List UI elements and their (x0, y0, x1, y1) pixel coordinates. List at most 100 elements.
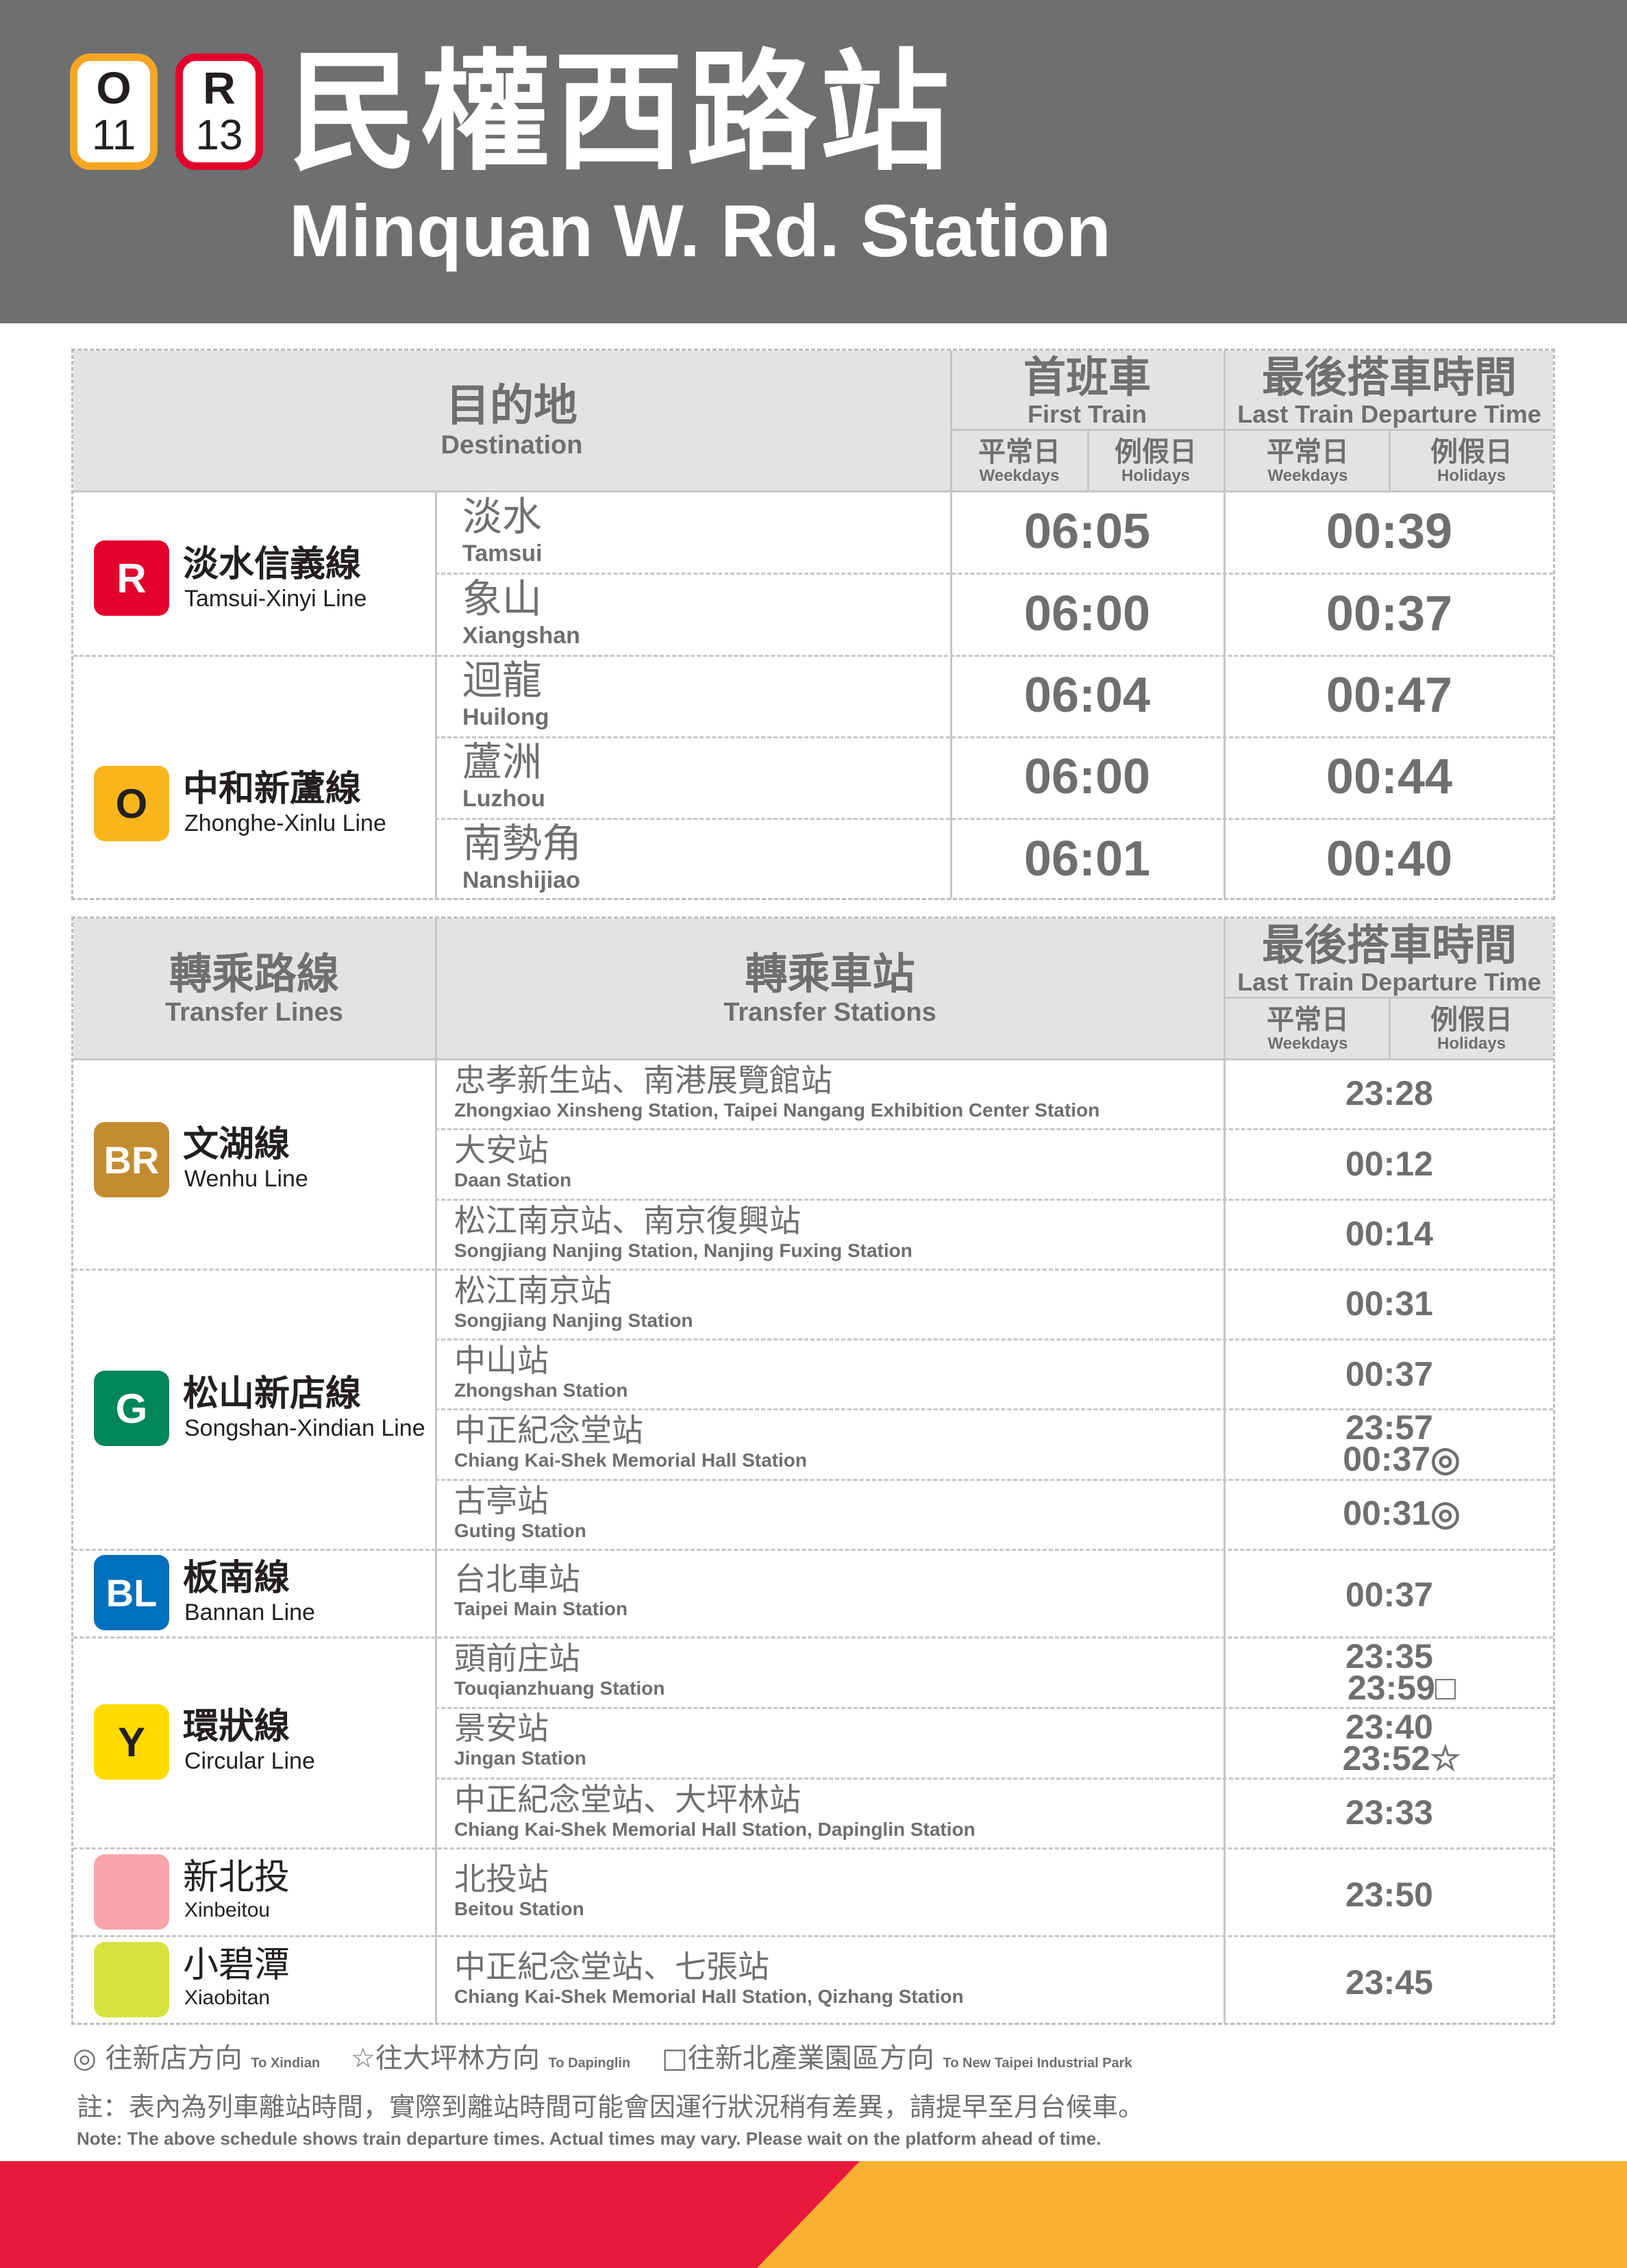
time-value: 00:31◎ (1343, 1494, 1461, 1532)
transfer-last-train-header: 最後搭車時間 Last Train Departure Time (1226, 921, 1553, 997)
station-name-en: Beitou Station (454, 1898, 584, 1919)
line-icon-g: G (94, 1371, 169, 1446)
divider (73, 1549, 1553, 1551)
line-name-en: Songshan-Xindian Line (184, 1415, 425, 1441)
destination-name-en: Luzhou (462, 786, 545, 812)
station-name-en: Songjiang Nanjing Station, Nanjing Fuxin… (454, 1240, 912, 1261)
station-name-en: Chiang Kai-Shek Memorial Hall Station, D… (454, 1819, 976, 1840)
time-value: 00:14 (1345, 1214, 1433, 1253)
line-icon-y: Y (94, 1704, 169, 1780)
line-name-en: Zhonghe-Xinlu Line (184, 810, 386, 836)
divider (435, 1778, 1553, 1780)
last-train-header-en: Last Train Departure Time (1237, 968, 1541, 996)
station-name-zh: 景安站 (454, 1710, 549, 1747)
transfer-stations-header: 轉乘車站 Transfer Stations (436, 919, 1224, 1058)
divider (435, 573, 1553, 575)
station-name-zh: 忠孝新生站、南港展覽館站 (454, 1062, 832, 1099)
last-train-time: 00:39 (1326, 504, 1453, 559)
divider (73, 490, 1553, 493)
time-value: 00:31 (1345, 1284, 1433, 1323)
schedule-table: 目的地 Destination 首班車 First Train 最後搭車時間 L… (71, 349, 1555, 900)
station-name-en: Zhongshan Station (454, 1380, 628, 1401)
divider (435, 919, 437, 2023)
last-train-header: 最後搭車時間 Last Train Departure Time (1226, 353, 1553, 429)
holidays-label-zh: 例假日 (1430, 1004, 1513, 1036)
legend-dapinglin-en: To Dapinglin (548, 2056, 631, 2071)
time-value: 00:37 (1345, 1355, 1433, 1393)
line-name-zh: 文湖線 (183, 1124, 290, 1165)
transfer-last-time: 23:45 (1226, 1965, 1553, 1999)
line-name-en: Circular Line (184, 1748, 315, 1774)
line-name-zh: 環狀線 (183, 1706, 290, 1747)
holidays-label-zh: 例假日 (1430, 436, 1513, 468)
badge-station-number: 13 (195, 112, 243, 159)
time-value: 23:28 (1345, 1074, 1433, 1112)
line-name-zh: 板南線 (183, 1558, 290, 1599)
destination-name-en: Xiangshan (462, 623, 580, 649)
divider (73, 655, 1553, 657)
transfer-last-time: 00:12 (1226, 1147, 1553, 1181)
transfer-weekdays-header: 平常日 Weekdays (1226, 1001, 1390, 1057)
legend-xindian: ◎ 往新店方向 To Xindian (73, 2041, 320, 2080)
weekdays-label-zh: 平常日 (978, 436, 1060, 468)
line-icon-bl: BL (94, 1555, 169, 1630)
first-train-time: 06:05 (1023, 504, 1151, 559)
destination-name-zh: 淡水 (462, 493, 543, 540)
first-train-time: 06:00 (1023, 749, 1151, 804)
first-train-time: 06:01 (1023, 832, 1151, 886)
legend-dapinglin-zh: ☆往大坪林方向 (351, 2043, 540, 2074)
divider (73, 1636, 1553, 1638)
weekdays-label-zh: 平常日 (1267, 436, 1349, 468)
line-icon-br: BR (94, 1122, 169, 1197)
line-name-zh: 淡水信義線 (183, 544, 362, 585)
time-value: 23:50 (1345, 1876, 1433, 1914)
station-name-en: Chiang Kai-Shek Memorial Hall Station (454, 1449, 807, 1471)
station-name-en: Jingan Station (454, 1747, 586, 1769)
destination-name-en: Nanshijiao (462, 867, 580, 893)
transfer-lines-header-zh: 轉乘路線 (169, 949, 339, 999)
destination-header-en: Destination (440, 431, 583, 460)
station-name-zh: 中正紀念堂站、大坪林站 (454, 1781, 801, 1818)
station-name-en: Zhongxiao Xinsheng Station, Taipei Nanga… (454, 1099, 1100, 1121)
divider (73, 1058, 1553, 1060)
line-name-zh: 中和新蘆線 (183, 769, 362, 810)
divider (73, 1935, 1553, 1937)
weekdays-label-en: Weekdays (979, 466, 1060, 485)
destination-name-zh: 蘆洲 (462, 738, 543, 785)
last-weekdays-header: 平常日 Weekdays (1226, 433, 1390, 489)
station-name-zh: 古亭站 (454, 1482, 549, 1519)
time-value: 23:40 (1345, 1708, 1433, 1746)
transfer-last-time: 00:37 (1226, 1578, 1553, 1612)
station-name-en: Daan Station (454, 1169, 572, 1191)
station-header: O 11 R 13 民權西路站 Minquan W. Rd. Station (0, 0, 1627, 323)
note-english: Note: The above schedule shows train dep… (77, 2128, 1102, 2149)
transfer-last-time: 00:37 (1226, 1355, 1553, 1393)
divider (435, 1199, 1553, 1201)
weekdays-label-en: Weekdays (1267, 466, 1348, 485)
weekdays-label-en: Weekdays (1267, 1034, 1348, 1053)
station-name-zh: 松江南京站 (454, 1272, 612, 1309)
first-train-time: 06:00 (1023, 586, 1151, 641)
badge-line-code: O (96, 62, 132, 113)
destination-name-zh: 迴龍 (462, 657, 543, 703)
legend-xindian-zh: ◎ 往新店方向 (73, 2043, 243, 2074)
first-weekdays-header: 平常日 Weekdays (951, 433, 1088, 489)
destination-name-zh: 南勢角 (462, 820, 582, 867)
divider (435, 490, 437, 899)
note-chinese: 註：表內為列車離站時間，實際到離站時間可能會因運行狀況稍有差異，請提早至月台候車… (77, 2092, 1145, 2122)
destination-name-en: Huilong (462, 704, 549, 730)
time-value-secondary: 23:59□ (1347, 1669, 1456, 1707)
destination-header: 目的地 Destination (73, 351, 950, 490)
holidays-label-en: Holidays (1437, 466, 1506, 485)
station-name-zh: 台北車站 (454, 1560, 580, 1597)
line-name-en: Tamsui-Xinyi Line (184, 586, 367, 612)
last-train-header-zh: 最後搭車時間 (1261, 353, 1517, 402)
station-name-zh: 大安站 (454, 1132, 549, 1169)
station-name-zh: 頭前庄站 (454, 1640, 580, 1677)
legend-industrial-park: □往新北產業園區方向 To New Taipei Industrial Park (662, 2041, 1132, 2080)
transfer-last-time: 23:57 00:37◎ (1226, 1408, 1553, 1476)
time-value: 23:57 (1345, 1408, 1433, 1447)
transfer-lines-header: 轉乘路線 Transfer Lines (73, 919, 435, 1058)
line-icon-xinbeitou (94, 1854, 169, 1930)
divider (73, 1847, 1553, 1849)
